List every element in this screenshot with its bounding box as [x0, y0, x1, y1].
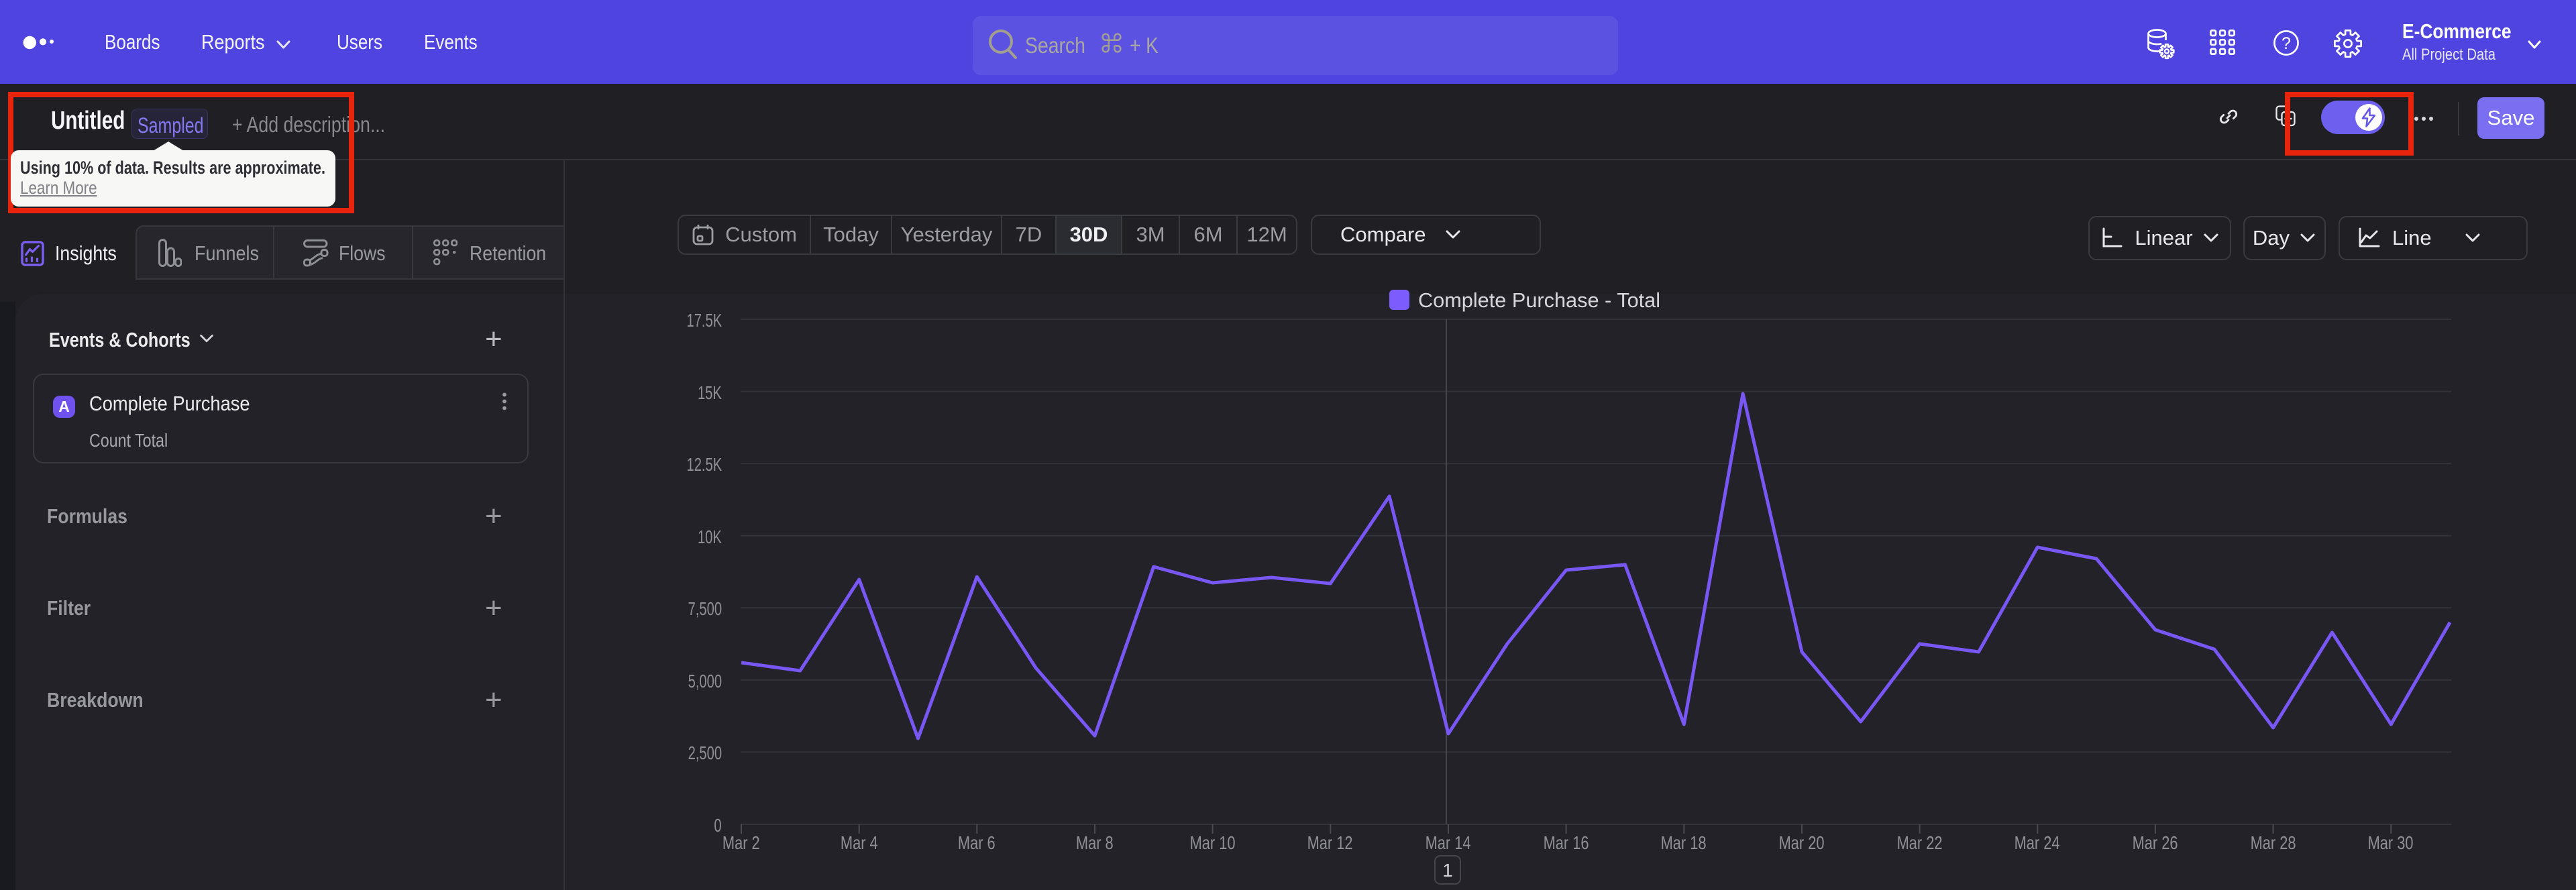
svg-text:?: ? [2282, 34, 2291, 53]
